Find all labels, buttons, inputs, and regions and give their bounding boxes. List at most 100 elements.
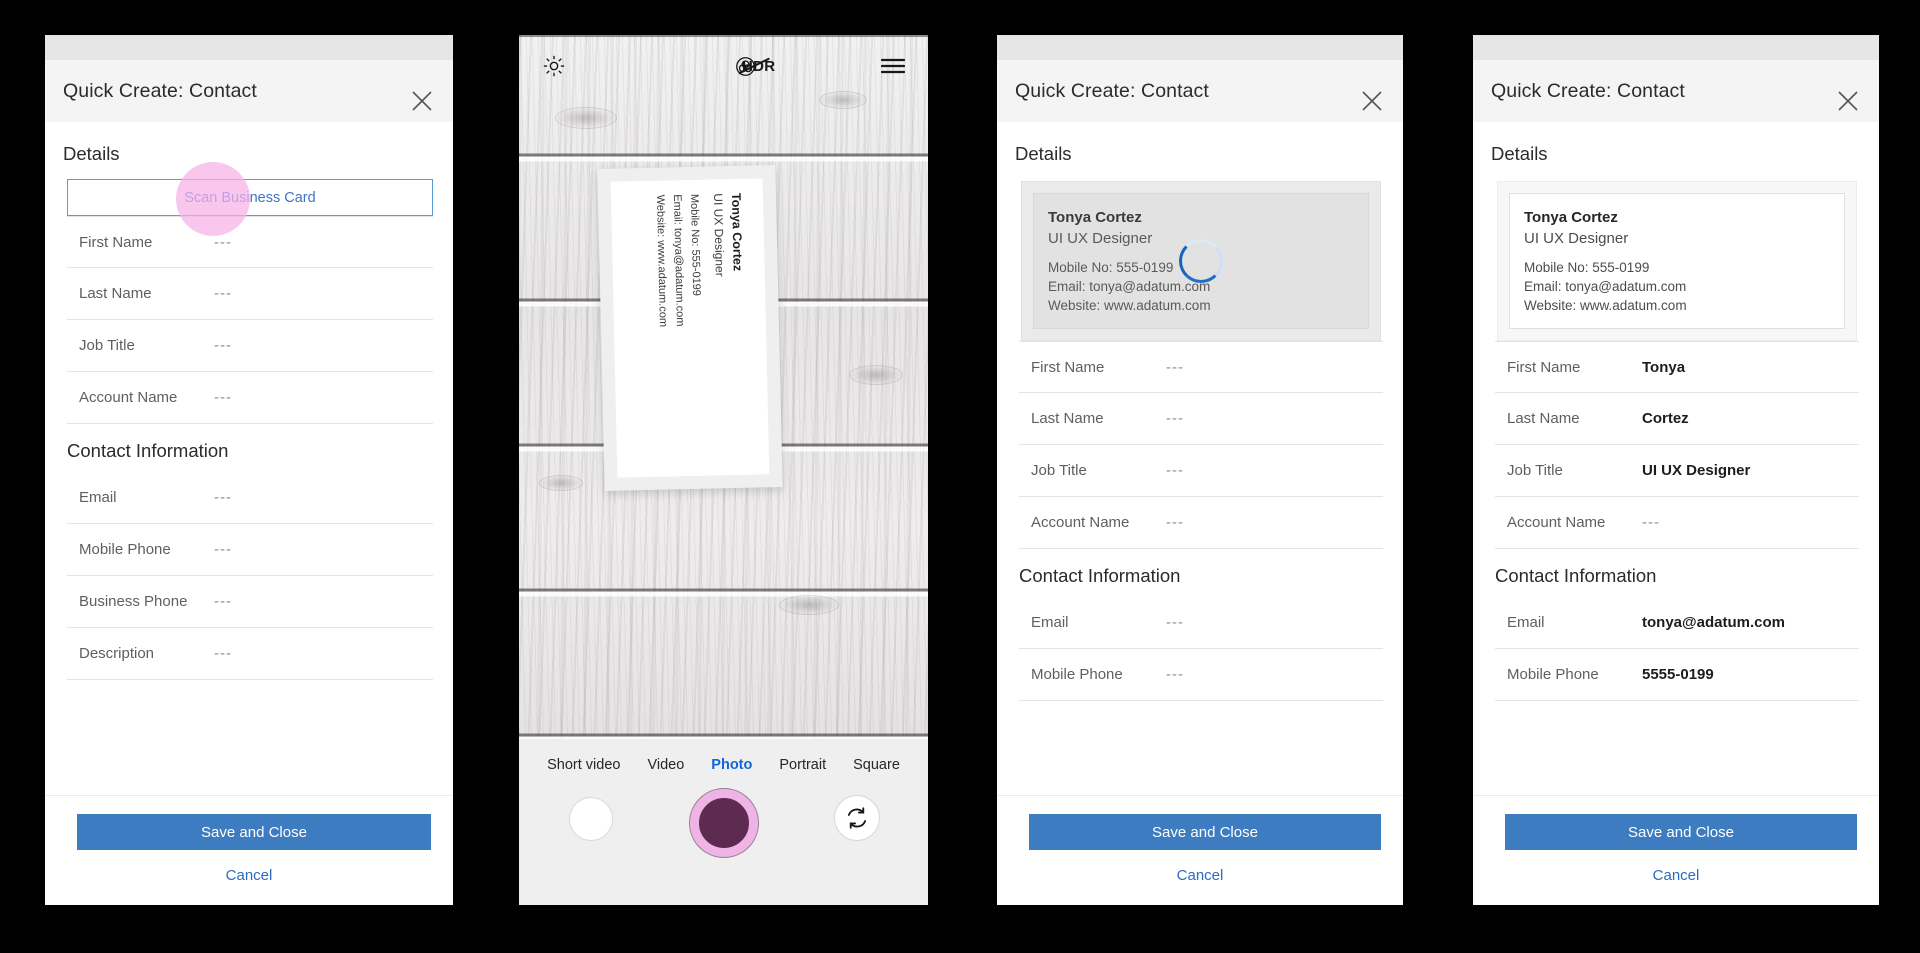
field-label: Email <box>79 489 117 506</box>
mode-video[interactable]: Video <box>647 757 684 773</box>
mode-portrait[interactable]: Portrait <box>779 757 826 773</box>
scan-button-wrap: Scan Business Card <box>45 162 453 236</box>
mode-short-video[interactable]: Short video <box>547 757 620 773</box>
switch-camera-icon[interactable] <box>834 795 880 841</box>
field-first-name[interactable]: First Name --- <box>1019 341 1383 393</box>
card-job-title: UI UX Designer <box>1524 230 1629 248</box>
field-list-details: First Name --- Last Name --- Job Title -… <box>45 216 453 680</box>
field-label: Last Name <box>1031 410 1104 427</box>
wood-grain-knot <box>555 107 617 129</box>
color-lens-icon[interactable] <box>735 56 756 77</box>
field-value: 5555-0199 <box>1642 666 1714 683</box>
brightness-icon[interactable] <box>543 55 565 77</box>
form-body: Details Scan Business Card First Name --… <box>45 122 453 795</box>
camera-viewfinder[interactable]: HDR Tonya Cortez UI UX Designer Mobile N… <box>519 35 928 739</box>
dialog-header: Quick Create: Contact <box>45 60 453 122</box>
details-heading: Details <box>63 143 120 164</box>
gallery-thumbnail-button[interactable] <box>569 797 613 841</box>
progress-spinner-icon <box>1179 239 1223 283</box>
field-label: Last Name <box>79 285 152 302</box>
dialog-footer: Save and Close Cancel <box>45 795 453 905</box>
card-mobile: Mobile No: 555-0199 <box>1524 259 1650 275</box>
cancel-button[interactable]: Cancel <box>1473 867 1879 884</box>
field-job-title[interactable]: Job Title --- <box>67 320 433 372</box>
form-body: Details Tonya Cortez UI UX Designer Mobi… <box>997 122 1403 795</box>
field-mobile-phone[interactable]: Mobile Phone --- <box>67 524 433 576</box>
scanned-card-preview: Tonya Cortez UI UX Designer Mobile No: 5… <box>1021 181 1381 341</box>
hdr-off-icon[interactable]: HDR <box>629 58 775 75</box>
save-and-close-button[interactable]: Save and Close <box>1029 814 1381 850</box>
field-value: --- <box>1166 462 1184 479</box>
field-account-name[interactable]: Account Name --- <box>1019 497 1383 549</box>
field-email[interactable]: Email --- <box>1019 597 1383 649</box>
field-value: --- <box>214 593 232 610</box>
cancel-button[interactable]: Cancel <box>997 867 1403 884</box>
scan-business-card-button[interactable]: Scan Business Card <box>67 179 433 216</box>
scanned-card-preview-wrap: Tonya Cortez UI UX Designer Mobile No: 5… <box>997 175 1403 341</box>
field-value: Tonya <box>1642 358 1686 376</box>
field-label: Email <box>1507 614 1545 631</box>
field-account-name[interactable]: Account Name --- <box>1495 497 1859 549</box>
field-last-name[interactable]: Last Name --- <box>1019 393 1383 445</box>
field-label: Account Name <box>1031 514 1130 531</box>
save-and-close-button[interactable]: Save and Close <box>1505 814 1857 850</box>
close-icon[interactable] <box>409 88 435 114</box>
field-value: UI UX Designer <box>1642 462 1751 479</box>
shutter-row <box>519 773 928 873</box>
camera-capture-panel: HDR Tonya Cortez UI UX Designer Mobile N… <box>519 35 928 905</box>
camera-mode-selector: Short video Video Photo Portrait Square <box>519 739 928 773</box>
wood-grain-knot <box>849 365 903 385</box>
contact-information-heading: Contact Information <box>1019 565 1181 586</box>
field-mobile-phone[interactable]: Mobile Phone 5555-0199 <box>1495 649 1859 701</box>
field-label: Job Title <box>1507 462 1563 479</box>
field-label: Mobile Phone <box>79 541 171 558</box>
close-icon[interactable] <box>1359 88 1385 114</box>
dialog-header: Quick Create: Contact <box>997 60 1403 122</box>
dialog-footer: Save and Close Cancel <box>997 795 1403 905</box>
field-label: Mobile Phone <box>1507 666 1599 683</box>
field-job-title[interactable]: Job Title UI UX Designer <box>1495 445 1859 497</box>
field-value: --- <box>1166 614 1184 631</box>
field-value: --- <box>1166 666 1184 683</box>
business-card-text: Tonya Cortez UI UX Designer Mobile No: 5… <box>652 193 751 475</box>
field-value: --- <box>214 489 232 506</box>
mode-square[interactable]: Square <box>853 757 900 773</box>
save-and-close-button[interactable]: Save and Close <box>77 814 431 850</box>
form-body: Details Tonya Cortez UI UX Designer Mobi… <box>1473 122 1879 795</box>
contact-information-heading: Contact Information <box>67 440 229 461</box>
wood-grain-knot <box>539 475 583 491</box>
status-strip <box>1473 35 1879 60</box>
field-value: --- <box>214 285 232 302</box>
hamburger-menu-icon[interactable] <box>880 56 906 76</box>
close-icon[interactable] <box>1835 88 1861 114</box>
field-list-details: First Name --- Last Name --- Job Title -… <box>997 341 1403 701</box>
field-mobile-phone[interactable]: Mobile Phone --- <box>1019 649 1383 701</box>
status-strip <box>45 35 453 60</box>
field-job-title[interactable]: Job Title --- <box>1019 445 1383 497</box>
cancel-button[interactable]: Cancel <box>45 867 453 884</box>
shutter-button[interactable] <box>689 789 758 857</box>
mode-photo[interactable]: Photo <box>711 757 752 773</box>
contact-information-heading: Contact Information <box>1495 565 1657 586</box>
field-label: Job Title <box>1031 462 1087 479</box>
business-card-in-frame: Tonya Cortez UI UX Designer Mobile No: 5… <box>597 165 783 491</box>
wood-grain-knot <box>779 595 839 615</box>
field-label: Description <box>79 645 155 662</box>
field-last-name[interactable]: Last Name --- <box>67 268 433 320</box>
field-first-name[interactable]: First Name --- <box>67 216 433 268</box>
field-label: First Name <box>1507 358 1581 376</box>
field-account-name[interactable]: Account Name --- <box>67 372 433 424</box>
field-description[interactable]: Description --- <box>67 628 433 680</box>
field-value: --- <box>214 233 232 251</box>
dialog-footer: Save and Close Cancel <box>1473 795 1879 905</box>
details-heading: Details <box>1015 143 1072 164</box>
card-email: Email: tonya@adatum.com <box>1048 278 1211 294</box>
field-last-name[interactable]: Last Name Cortez <box>1495 393 1859 445</box>
field-email[interactable]: Email --- <box>67 472 433 524</box>
field-email[interactable]: Email tonya@adatum.com <box>1495 597 1859 649</box>
field-first-name[interactable]: First Name Tonya <box>1495 341 1859 393</box>
field-label: Account Name <box>79 389 178 406</box>
field-business-phone[interactable]: Business Phone --- <box>67 576 433 628</box>
field-value: --- <box>1166 358 1184 376</box>
field-label: Email <box>1031 614 1069 631</box>
